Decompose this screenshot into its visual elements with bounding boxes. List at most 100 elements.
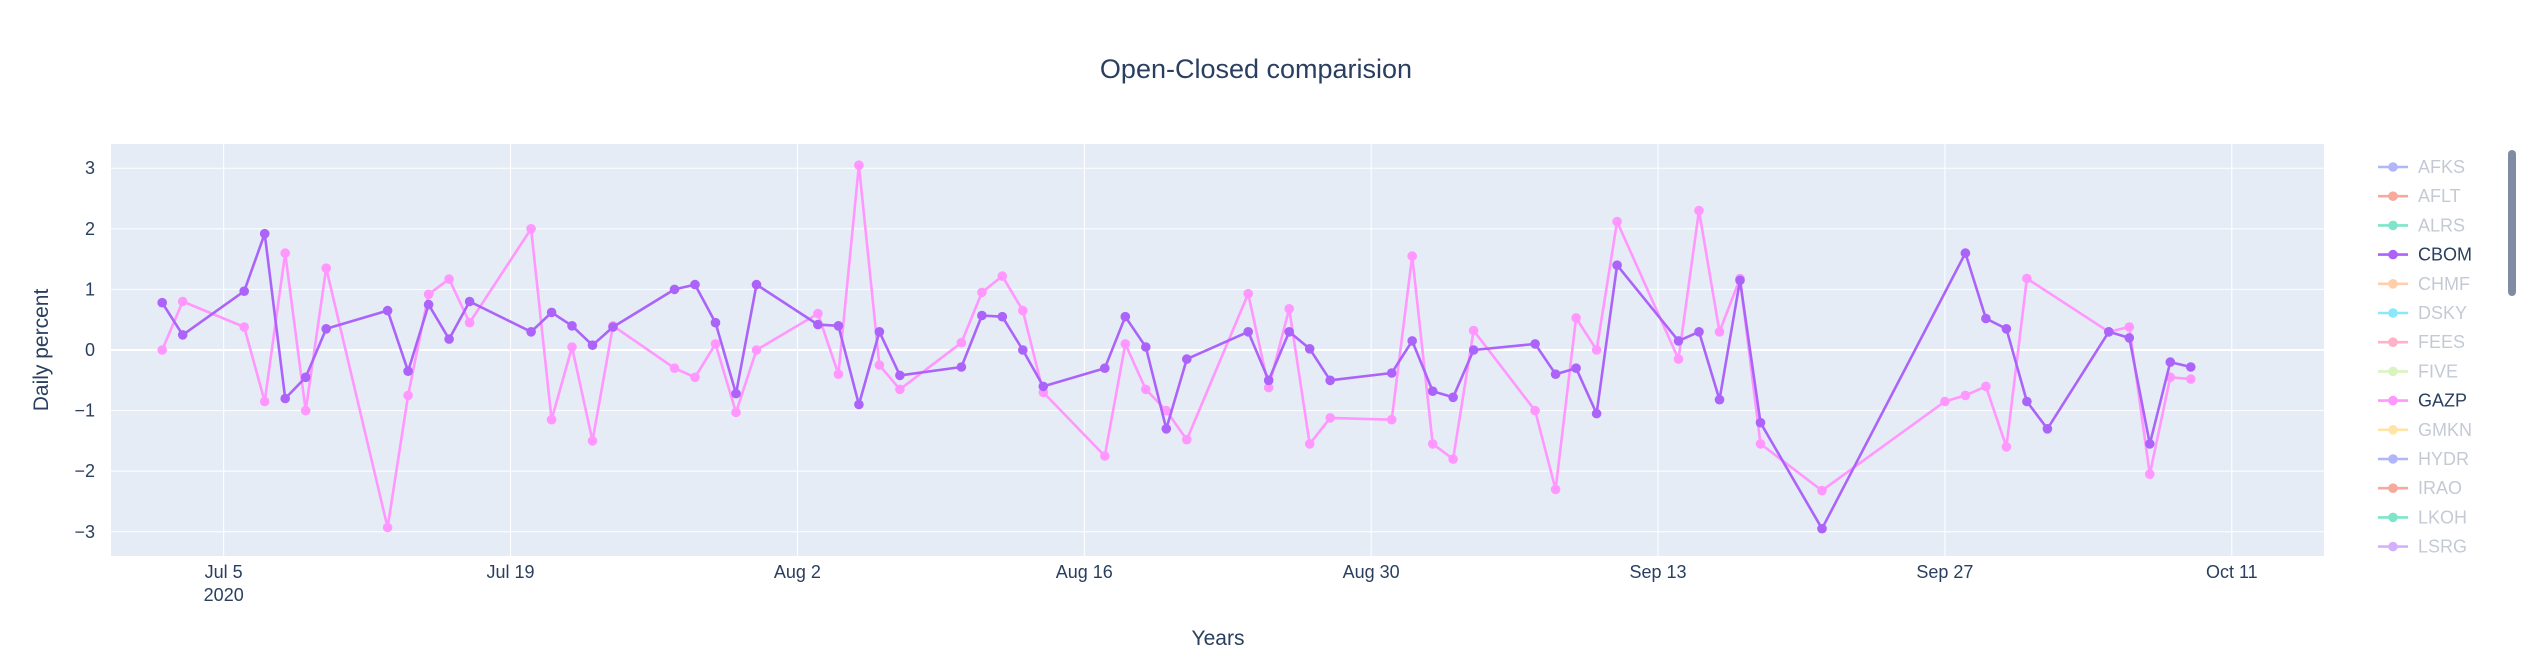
data-point-cbom[interactable]	[1448, 392, 1458, 403]
data-point-gazp[interactable]	[587, 436, 598, 446]
legend-item-hydr[interactable]: HYDR	[2378, 449, 2469, 469]
data-point-gazp[interactable]	[710, 339, 721, 349]
data-point-gazp[interactable]	[1571, 313, 1581, 323]
data-point-gazp[interactable]	[1141, 384, 1151, 395]
data-point-cbom[interactable]	[1284, 327, 1294, 337]
data-point-cbom[interactable]	[1673, 336, 1684, 346]
data-point-gazp[interactable]	[157, 345, 167, 355]
data-point-gazp[interactable]	[2145, 469, 2155, 480]
data-point-cbom[interactable]	[1304, 344, 1315, 354]
data-point-cbom[interactable]	[526, 327, 536, 337]
data-point-cbom[interactable]	[177, 330, 188, 340]
data-point-gazp[interactable]	[1386, 414, 1397, 425]
data-point-gazp[interactable]	[464, 317, 475, 328]
data-point-gazp[interactable]	[321, 263, 332, 274]
data-point-cbom[interactable]	[300, 372, 311, 383]
data-point-cbom[interactable]	[2186, 362, 2196, 372]
data-point-cbom[interactable]	[1735, 275, 1745, 286]
data-point-gazp[interactable]	[895, 384, 905, 395]
data-point-gazp[interactable]	[423, 289, 434, 300]
data-point-cbom[interactable]	[813, 319, 823, 330]
data-point-cbom[interactable]	[1120, 311, 1131, 322]
data-point-cbom[interactable]	[2165, 357, 2176, 367]
legend-item-cbom[interactable]: CBOM	[2378, 245, 2472, 265]
data-point-cbom[interactable]	[1550, 369, 1561, 380]
data-point-gazp[interactable]	[956, 337, 967, 348]
data-point-cbom[interactable]	[1427, 386, 1438, 397]
data-point-cbom[interactable]	[1612, 260, 1622, 271]
data-point-gazp[interactable]	[1673, 354, 1684, 364]
data-point-cbom[interactable]	[751, 279, 762, 290]
data-point-gazp[interactable]	[2022, 273, 2032, 284]
data-point-cbom[interactable]	[1530, 339, 1540, 349]
data-point-cbom[interactable]	[2124, 333, 2135, 343]
data-point-cbom[interactable]	[854, 399, 864, 410]
data-point-gazp[interactable]	[1755, 439, 1766, 449]
legend-item-lkoh[interactable]: LKOH	[2378, 507, 2467, 527]
data-point-gazp[interactable]	[1120, 339, 1131, 349]
data-point-cbom[interactable]	[710, 317, 721, 328]
data-point-cbom[interactable]	[321, 324, 332, 334]
data-point-cbom[interactable]	[1386, 368, 1397, 378]
data-point-cbom[interactable]	[464, 296, 475, 307]
legend-item-lsrg[interactable]: LSRG	[2378, 537, 2467, 557]
data-point-gazp[interactable]	[403, 390, 413, 401]
data-point-cbom[interactable]	[997, 311, 1008, 322]
data-point-cbom[interactable]	[1960, 248, 1971, 258]
legend-item-dsky[interactable]: DSKY	[2378, 303, 2467, 323]
data-point-cbom[interactable]	[1018, 345, 1028, 355]
data-point-gazp[interactable]	[1714, 327, 1725, 337]
data-point-cbom[interactable]	[1263, 375, 1274, 386]
data-point-gazp[interactable]	[1427, 439, 1438, 449]
data-point-gazp[interactable]	[751, 345, 762, 355]
data-point-gazp[interactable]	[259, 396, 270, 407]
data-point-cbom[interactable]	[403, 366, 413, 377]
data-point-gazp[interactable]	[854, 160, 864, 170]
data-point-gazp[interactable]	[731, 407, 741, 418]
data-point-gazp[interactable]	[669, 363, 680, 374]
data-point-cbom[interactable]	[1407, 336, 1417, 346]
data-point-gazp[interactable]	[1284, 304, 1294, 314]
data-point-gazp[interactable]	[1817, 485, 1827, 496]
data-point-cbom[interactable]	[1182, 354, 1192, 364]
data-point-gazp[interactable]	[1100, 451, 1110, 461]
data-point-gazp[interactable]	[177, 296, 188, 307]
data-point-gazp[interactable]	[1530, 405, 1540, 416]
data-point-cbom[interactable]	[1591, 408, 1602, 419]
data-point-gazp[interactable]	[567, 342, 577, 352]
data-point-cbom[interactable]	[833, 321, 844, 331]
data-point-gazp[interactable]	[1960, 390, 1971, 401]
data-point-gazp[interactable]	[1940, 396, 1950, 407]
data-point-cbom[interactable]	[608, 322, 618, 332]
data-point-cbom[interactable]	[1161, 424, 1172, 434]
data-point-cbom[interactable]	[444, 334, 454, 344]
data-point-cbom[interactable]	[259, 228, 270, 239]
data-point-gazp[interactable]	[526, 224, 536, 234]
data-point-cbom[interactable]	[1714, 394, 1725, 405]
data-point-cbom[interactable]	[2042, 424, 2053, 434]
data-point-cbom[interactable]	[690, 279, 700, 290]
data-point-gazp[interactable]	[2124, 322, 2135, 332]
data-point-cbom[interactable]	[977, 310, 987, 321]
legend-item-afks[interactable]: AFKS	[2378, 157, 2465, 177]
data-point-cbom[interactable]	[1141, 342, 1151, 352]
data-point-gazp[interactable]	[1243, 288, 1253, 299]
data-point-gazp[interactable]	[1448, 454, 1458, 464]
data-point-cbom[interactable]	[895, 370, 905, 381]
data-point-gazp[interactable]	[1694, 205, 1704, 216]
data-point-cbom[interactable]	[2145, 439, 2155, 449]
data-point-cbom[interactable]	[587, 340, 598, 351]
data-point-cbom[interactable]	[567, 321, 577, 331]
data-point-gazp[interactable]	[1182, 434, 1192, 445]
data-point-gazp[interactable]	[874, 360, 885, 370]
data-point-cbom[interactable]	[1468, 345, 1479, 355]
data-point-cbom[interactable]	[280, 393, 291, 404]
data-point-gazp[interactable]	[833, 369, 844, 380]
data-point-cbom[interactable]	[1243, 327, 1253, 337]
legend-item-five[interactable]: FIVE	[2378, 361, 2458, 381]
data-point-gazp[interactable]	[1018, 305, 1028, 316]
legend-scrollbar[interactable]	[2508, 150, 2516, 296]
data-point-gazp[interactable]	[813, 308, 823, 319]
data-point-cbom[interactable]	[382, 305, 393, 316]
data-point-cbom[interactable]	[2022, 396, 2032, 407]
